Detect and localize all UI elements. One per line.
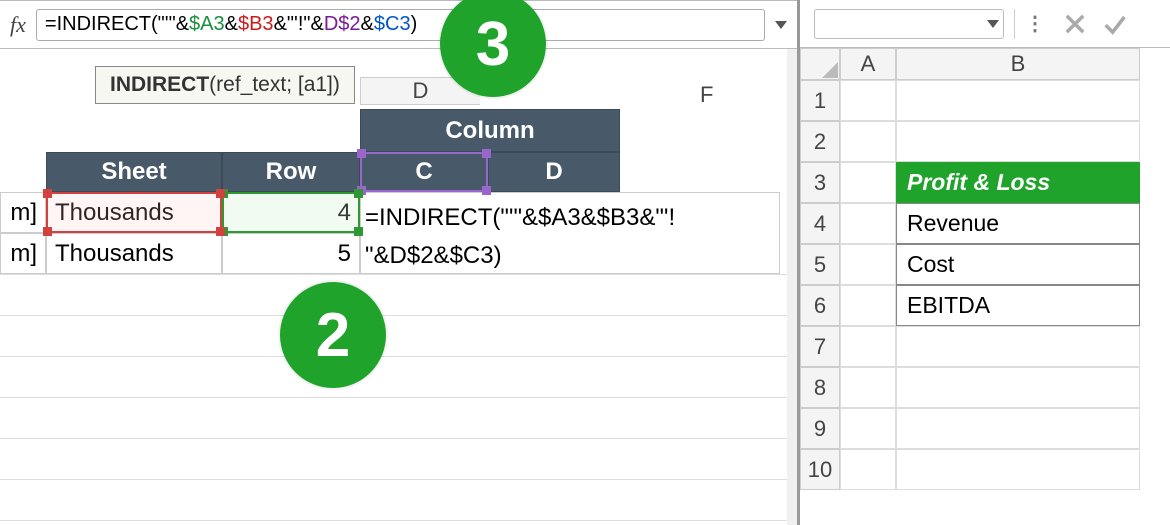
- formula-bar: fx =INDIRECT("'"& $A3 & $B3 &"'!"& D$2 &…: [0, 1, 797, 49]
- row-header[interactable]: 8: [800, 367, 840, 408]
- header-cell-column[interactable]: Column: [360, 109, 620, 152]
- formula-input[interactable]: =INDIRECT("'"& $A3 & $B3 &"'!"& D$2 & $C…: [36, 9, 765, 41]
- cell[interactable]: [840, 449, 896, 490]
- header-cell-row[interactable]: Row: [222, 152, 360, 192]
- cell-row-1[interactable]: 4: [222, 192, 360, 233]
- formula-ref-a3: $A3: [189, 13, 225, 36]
- cell[interactable]: [840, 162, 896, 203]
- spreadsheet-grid-right[interactable]: A B 1 2 3 4 5 6 7 8 9 10: [800, 48, 1170, 525]
- cell[interactable]: [896, 408, 1140, 449]
- cell[interactable]: [896, 80, 1140, 121]
- enter-icon[interactable]: [1095, 4, 1135, 44]
- cell[interactable]: m]: [0, 233, 46, 274]
- row-header[interactable]: 5: [800, 244, 840, 285]
- formula-ref-b3: $B3: [238, 13, 274, 36]
- cell[interactable]: [840, 80, 896, 121]
- header-cell-d[interactable]: D: [488, 152, 620, 192]
- cell-sheet-1[interactable]: Thousands: [46, 192, 222, 233]
- row-header[interactable]: 1: [800, 80, 840, 121]
- cell-row-2[interactable]: 5: [222, 233, 360, 274]
- function-tooltip: INDIRECT(ref_text; [a1]): [95, 66, 355, 104]
- formula-token: ): [411, 13, 418, 36]
- cell[interactable]: [840, 367, 896, 408]
- cell[interactable]: m]: [0, 192, 46, 233]
- row-header[interactable]: 9: [800, 408, 840, 449]
- row-header[interactable]: 4: [800, 203, 840, 244]
- formula-expand-button[interactable]: [771, 15, 791, 35]
- cell-b3-heading[interactable]: Profit & Loss: [896, 162, 1140, 203]
- active-cell-formula[interactable]: =INDIRECT("'"&$A3&$B3&"'! "&D$2&$C3): [360, 192, 780, 274]
- cell-b6[interactable]: EBITDA: [896, 285, 1140, 326]
- column-header-f[interactable]: F: [700, 82, 713, 108]
- formula-token: &: [361, 13, 374, 36]
- name-box[interactable]: [814, 9, 1004, 39]
- cell-b5[interactable]: Cost: [896, 244, 1140, 285]
- row-header[interactable]: 10: [800, 449, 840, 490]
- chevron-down-icon: [775, 21, 787, 29]
- column-header-a[interactable]: A: [840, 48, 896, 80]
- row-header[interactable]: 3: [800, 162, 840, 203]
- formula-ref-c3: $C3: [374, 13, 411, 36]
- formula-ref-d2: D$2: [324, 13, 361, 36]
- cell-sheet-2[interactable]: Thousands: [46, 233, 222, 274]
- more-icon[interactable]: ⋮: [1025, 11, 1045, 36]
- cell[interactable]: [840, 408, 896, 449]
- cell[interactable]: [896, 121, 1140, 162]
- annotation-badge-2: 2: [280, 282, 386, 388]
- cell[interactable]: [896, 367, 1140, 408]
- row-header[interactable]: 7: [800, 326, 840, 367]
- formula-overflow-line2: "&D$2&$C3): [365, 237, 775, 275]
- cell[interactable]: [840, 203, 896, 244]
- cell-b4[interactable]: Revenue: [896, 203, 1140, 244]
- cancel-icon[interactable]: [1055, 4, 1095, 44]
- cell[interactable]: [840, 121, 896, 162]
- header-cell-sheet[interactable]: Sheet: [46, 152, 222, 192]
- vertical-scrollbar[interactable]: [787, 49, 797, 525]
- cell[interactable]: [840, 285, 896, 326]
- cell[interactable]: [840, 244, 896, 285]
- function-tooltip-args: (ref_text; [a1]): [209, 73, 340, 96]
- right-toolbar: ⋮: [800, 0, 1170, 48]
- row-header[interactable]: 2: [800, 121, 840, 162]
- row-header[interactable]: 6: [800, 285, 840, 326]
- formula-token: &"'!"&: [274, 13, 324, 36]
- formula-overflow-line1: =INDIRECT("'"&$A3&$B3&"'!: [365, 199, 775, 237]
- fx-icon[interactable]: fx: [10, 12, 26, 38]
- chevron-down-icon: [987, 20, 999, 28]
- separator: [1014, 9, 1015, 39]
- cell[interactable]: [896, 449, 1140, 490]
- header-cell-c[interactable]: C: [360, 152, 488, 192]
- column-header-b[interactable]: B: [896, 48, 1140, 80]
- formula-token: &: [225, 13, 238, 36]
- spreadsheet-grid-left[interactable]: D F Column Sheet Row C D m] m] Thousan: [0, 49, 797, 525]
- formula-token: =INDIRECT("'"&: [45, 13, 189, 36]
- cell[interactable]: [896, 326, 1140, 367]
- function-tooltip-name: INDIRECT: [110, 73, 209, 96]
- select-all-corner[interactable]: [800, 48, 840, 80]
- cell[interactable]: [840, 326, 896, 367]
